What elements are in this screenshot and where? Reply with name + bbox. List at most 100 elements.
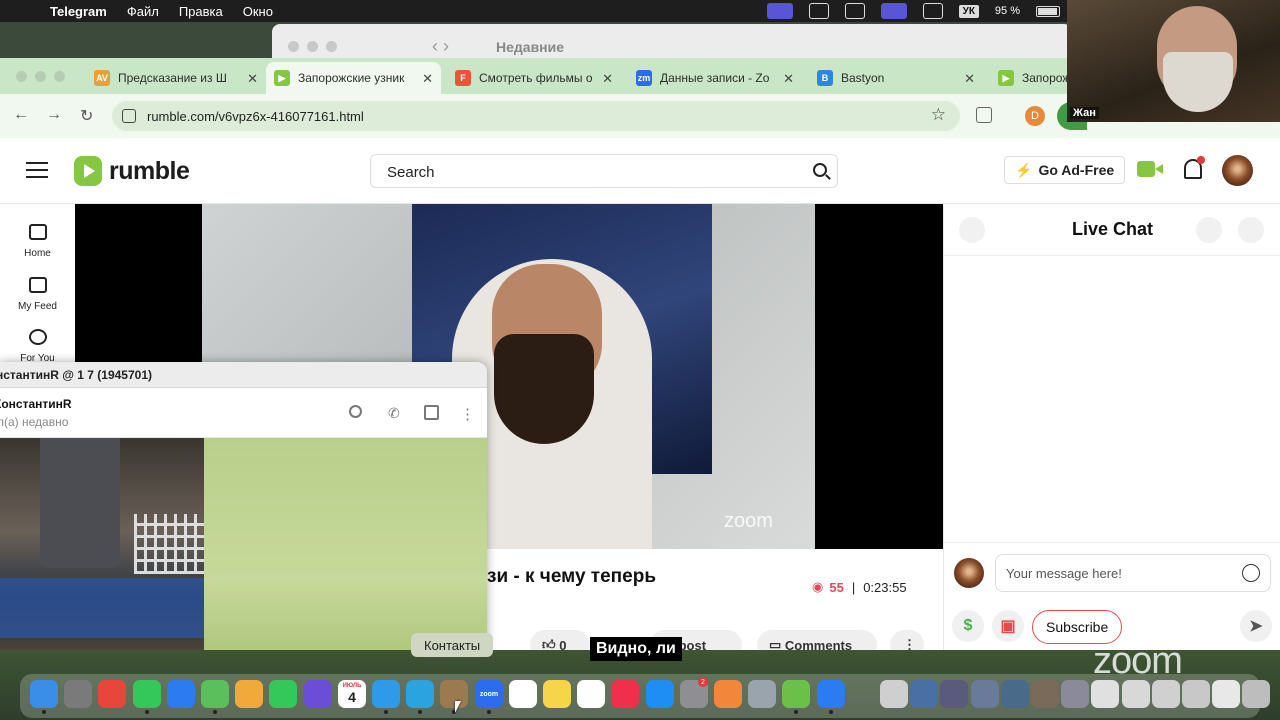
subscribe-button[interactable]: Subscribe <box>1032 610 1123 644</box>
tab-1[interactable]: AV Предсказание из Ш ✕ <box>86 62 266 94</box>
freeform-icon[interactable] <box>577 680 605 708</box>
tab-4[interactable]: zm Данные записи - Zo ✕ <box>628 62 802 94</box>
chat-message-placeholder: Your message here! <box>1006 566 1122 581</box>
photo-blue-wall <box>0 578 204 638</box>
safari-icon[interactable] <box>817 680 845 708</box>
profile-avatar[interactable]: D <box>1025 106 1045 126</box>
url-text[interactable]: rumble.com/v6vpz6x-416077161.html <box>147 109 364 124</box>
status-icon[interactable] <box>844 3 865 19</box>
menu-edit[interactable]: Правка <box>179 4 223 19</box>
go-live-camera-icon[interactable] <box>1137 161 1163 177</box>
recent-6-icon[interactable] <box>1061 680 1089 708</box>
menu-icon[interactable] <box>26 162 48 178</box>
preview-icon[interactable] <box>372 680 400 708</box>
photos-icon[interactable] <box>235 680 263 708</box>
bookmark-star-icon[interactable]: ☆ <box>931 105 946 125</box>
notifications-bell-icon[interactable] <box>1184 156 1205 179</box>
site-info-icon[interactable] <box>122 109 136 123</box>
recent-5-icon[interactable] <box>1031 680 1059 708</box>
screen-share-icon[interactable] <box>766 3 793 19</box>
photo-figure <box>40 438 120 568</box>
emoji-icon[interactable] <box>1242 564 1260 582</box>
sidebar-item-label: Home <box>24 248 51 259</box>
tab-3[interactable]: F Смотреть фильмы о ✕ <box>447 62 621 94</box>
music-icon[interactable] <box>611 680 639 708</box>
recent-10-icon[interactable] <box>1182 680 1210 708</box>
extensions-icon[interactable] <box>976 107 992 123</box>
zoom-app-icon[interactable]: zoom <box>475 680 503 708</box>
close-icon[interactable]: ✕ <box>783 71 794 87</box>
forward-arrow-icon[interactable]: → <box>46 106 62 124</box>
screenshot-icon[interactable] <box>748 680 776 708</box>
trash-icon[interactable] <box>1242 680 1270 708</box>
sidebar-item-label: My Feed <box>18 301 57 312</box>
dollar-icon[interactable]: $ <box>952 610 984 642</box>
imovie-icon[interactable] <box>304 680 332 708</box>
telegram-window: нстантинR @ 1 7 (1945701) КонстантинR л(… <box>0 362 487 672</box>
record-icon[interactable] <box>808 3 829 19</box>
menu-file[interactable]: Файл <box>127 4 159 19</box>
search-input[interactable]: Search <box>370 154 838 188</box>
menu-app-name[interactable]: Telegram <box>50 4 107 19</box>
keyboard-layout[interactable]: УК <box>958 4 979 18</box>
rumble-logo[interactable]: rumble <box>74 156 190 186</box>
close-icon[interactable]: ✕ <box>247 71 258 87</box>
launchpad-icon[interactable] <box>64 680 92 708</box>
play-icon[interactable] <box>922 3 943 19</box>
sidebar-item-my-feed[interactable]: My Feed <box>0 277 75 312</box>
tab-6[interactable]: ▶ Запорож <box>990 62 1067 94</box>
finder-icon[interactable] <box>30 680 58 708</box>
tab-5[interactable]: B Bastyon ✕ <box>809 62 983 94</box>
more-icon[interactable]: ⋮ <box>460 405 475 423</box>
close-icon[interactable]: ✕ <box>964 71 975 87</box>
address-bar[interactable]: rumble.com/v6vpz6x-416077161.html ☆ <box>112 101 960 131</box>
recent-4-icon[interactable] <box>1001 680 1029 708</box>
sidebar-item-home[interactable]: Home <box>0 224 75 259</box>
mail-icon[interactable] <box>167 680 195 708</box>
chrome-traffic-lights[interactable] <box>16 71 65 82</box>
recent-7-icon[interactable] <box>1091 680 1119 708</box>
recent-2-icon[interactable] <box>940 680 968 708</box>
telegram-chat-name[interactable]: КонстантинR <box>0 397 72 411</box>
calendar-icon[interactable]: ИЮЛЬ 4 <box>338 680 366 708</box>
live-chat-title: Live Chat <box>1071 219 1154 239</box>
maps-icon[interactable] <box>201 680 229 708</box>
messages-icon[interactable] <box>133 680 161 708</box>
back-arrow-icon[interactable]: ← <box>13 106 29 124</box>
close-icon[interactable]: ✕ <box>602 71 613 87</box>
search-icon[interactable] <box>349 405 362 418</box>
recent-3-icon[interactable] <box>971 680 999 708</box>
close-icon[interactable]: ✕ <box>422 71 433 87</box>
popout-chat-icon[interactable] <box>1196 217 1222 243</box>
cloud-icon[interactable] <box>782 680 810 708</box>
notes-icon[interactable] <box>543 680 571 708</box>
audio-file-icon[interactable] <box>880 680 908 708</box>
go-ad-free-button[interactable]: ⚡ Go Ad-Free <box>1004 156 1126 184</box>
pages-icon[interactable] <box>714 680 742 708</box>
sidebar-toggle-icon[interactable] <box>424 405 439 420</box>
user-avatar[interactable] <box>1222 155 1253 186</box>
chrome-icon[interactable] <box>98 680 126 708</box>
phone-icon[interactable]: ✆ <box>388 405 403 421</box>
app-store-icon[interactable] <box>646 680 674 708</box>
gift-icon[interactable]: ▣ <box>992 610 1024 642</box>
window-switch-icon[interactable] <box>880 3 907 19</box>
recent-9-icon[interactable] <box>1152 680 1180 708</box>
reminders-icon[interactable] <box>509 680 537 708</box>
telegram-photo[interactable] <box>0 438 204 672</box>
search-icon[interactable] <box>813 163 827 177</box>
battery-icon[interactable] <box>1036 5 1060 17</box>
send-icon[interactable]: ➤ <box>1240 610 1272 642</box>
chat-more-icon[interactable] <box>1238 217 1264 243</box>
tab-2-active[interactable]: ▶ Запорожские узник ✕ <box>266 62 441 94</box>
recent-11-icon[interactable] <box>1212 680 1240 708</box>
zoom-subtitle: Виднo, ли <box>590 637 682 661</box>
telegram-icon[interactable] <box>406 680 434 708</box>
facetime-icon[interactable] <box>269 680 297 708</box>
recent-1-icon[interactable] <box>910 680 938 708</box>
sidebar-item-for-you[interactable]: For You <box>0 329 75 364</box>
chat-message-input[interactable]: Your message here! <box>995 554 1271 592</box>
reload-icon[interactable]: ↻ <box>80 106 93 126</box>
menu-window[interactable]: Окно <box>243 4 273 19</box>
recent-8-icon[interactable] <box>1122 680 1150 708</box>
